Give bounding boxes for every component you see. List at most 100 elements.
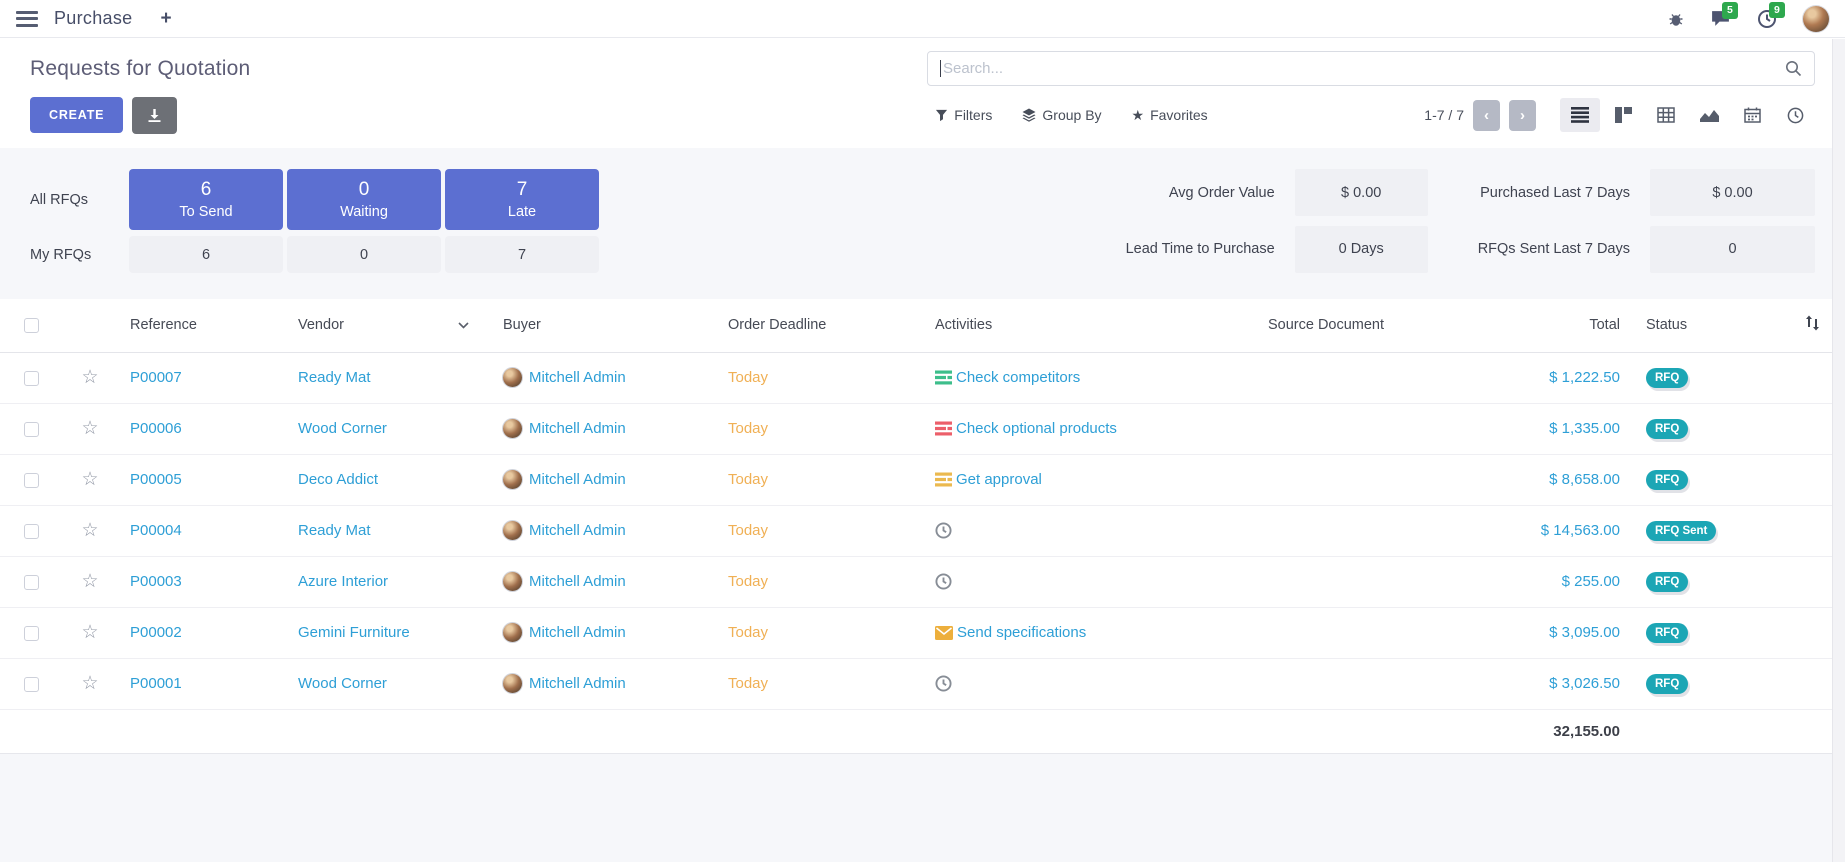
optional-columns-icon[interactable] (1805, 315, 1820, 331)
total-amount: $ 14,563.00 (1541, 522, 1620, 539)
column-header-activities[interactable]: Activities (927, 299, 1142, 352)
vendor-link[interactable]: Wood Corner (298, 675, 387, 692)
table-row[interactable]: ☆ P00003 Azure Interior Mitchell Admin T… (0, 556, 1845, 607)
row-checkbox[interactable] (24, 371, 39, 386)
total-amount: $ 3,095.00 (1549, 624, 1620, 641)
reference-link[interactable]: P00001 (130, 675, 182, 692)
messages-icon[interactable]: 5 (1710, 9, 1731, 28)
activity-envelope-icon[interactable] (935, 626, 953, 640)
reference-link[interactable]: P00004 (130, 522, 182, 539)
vendor-link[interactable]: Deco Addict (298, 471, 378, 488)
kanban-view-button[interactable] (1603, 98, 1643, 132)
export-download-button[interactable] (132, 97, 177, 134)
table-row[interactable]: ☆ P00004 Ready Mat Mitchell Admin Today (0, 505, 1845, 556)
activity-list-icon[interactable] (935, 421, 952, 436)
activity-clock-icon[interactable] (935, 675, 952, 692)
buyer-link[interactable]: Mitchell Admin (529, 420, 626, 437)
activities-clock-icon[interactable]: 9 (1757, 9, 1777, 29)
my-late-card[interactable]: 7 (445, 236, 599, 273)
reference-link[interactable]: P00005 (130, 471, 182, 488)
favorite-star-icon[interactable]: ☆ (81, 367, 98, 388)
table-row[interactable]: ☆ P00005 Deco Addict Mitchell Admin Toda… (0, 454, 1845, 505)
vendor-link[interactable]: Gemini Furniture (298, 624, 410, 641)
favorite-star-icon[interactable]: ☆ (81, 418, 98, 439)
my-waiting-card[interactable]: 0 (287, 236, 441, 273)
favorite-star-icon[interactable]: ☆ (81, 469, 98, 490)
favorite-star-icon[interactable]: ☆ (81, 622, 98, 643)
activity-view-button[interactable] (1775, 98, 1815, 132)
reference-link[interactable]: P00007 (130, 369, 182, 386)
source-document-cell (1142, 352, 1510, 403)
column-header-order-deadline[interactable]: Order Deadline (720, 299, 927, 352)
vendor-link[interactable]: Ready Mat (298, 369, 371, 386)
pager-previous-button[interactable]: ‹ (1473, 100, 1500, 131)
pager-range: 1-7 / 7 (1424, 107, 1464, 123)
buyer-link[interactable]: Mitchell Admin (529, 471, 626, 488)
calendar-view-button[interactable] (1732, 98, 1772, 132)
order-deadline-value: Today (728, 522, 768, 539)
favorites-button[interactable]: ★ Favorites (1132, 107, 1208, 124)
apps-menu-icon[interactable] (16, 11, 38, 27)
purchase-dashboard: All RFQs 6To Send 0Waiting 7Late My RFQs… (0, 148, 1845, 299)
column-header-reference[interactable]: Reference (118, 299, 290, 352)
favorite-star-icon[interactable]: ☆ (81, 673, 98, 694)
table-row[interactable]: ☆ P00007 Ready Mat Mitchell Admin Today (0, 352, 1845, 403)
graph-view-button[interactable] (1689, 98, 1729, 132)
favorite-star-icon[interactable]: ☆ (81, 520, 98, 541)
vendor-link[interactable]: Wood Corner (298, 420, 387, 437)
user-avatar[interactable] (1803, 6, 1829, 32)
activity-clock-icon[interactable] (935, 573, 952, 590)
column-header-vendor[interactable]: Vendor (290, 299, 495, 352)
activity-link[interactable]: Check competitors (956, 369, 1080, 386)
buyer-link[interactable]: Mitchell Admin (529, 675, 626, 692)
new-tab-button[interactable]: + (160, 8, 171, 30)
table-row[interactable]: ☆ P00001 Wood Corner Mitchell Admin Toda… (0, 658, 1845, 709)
reference-link[interactable]: P00003 (130, 573, 182, 590)
activity-list-icon[interactable] (935, 370, 952, 385)
create-button[interactable]: CREATE (30, 97, 123, 133)
buyer-link[interactable]: Mitchell Admin (529, 624, 626, 641)
waiting-card[interactable]: 0Waiting (287, 169, 441, 230)
app-name[interactable]: Purchase (54, 8, 132, 29)
activity-link[interactable]: Send specifications (957, 624, 1086, 641)
debug-bug-icon[interactable] (1668, 11, 1684, 27)
vendor-link[interactable]: Azure Interior (298, 573, 388, 590)
row-checkbox[interactable] (24, 422, 39, 437)
buyer-link[interactable]: Mitchell Admin (529, 369, 626, 386)
column-header-buyer[interactable]: Buyer (495, 299, 720, 352)
row-checkbox[interactable] (24, 626, 39, 641)
my-to-send-card[interactable]: 6 (129, 236, 283, 273)
activity-link[interactable]: Check optional products (956, 420, 1117, 437)
reference-link[interactable]: P00006 (130, 420, 182, 437)
row-checkbox[interactable] (24, 524, 39, 539)
activity-link[interactable]: Get approval (956, 471, 1042, 488)
activity-list-icon[interactable] (935, 472, 952, 487)
reference-link[interactable]: P00002 (130, 624, 182, 641)
purchase-app-page: Purchase + 5 9 (0, 0, 1845, 862)
pivot-view-button[interactable] (1646, 98, 1686, 132)
vertical-scrollbar[interactable] (1832, 39, 1845, 862)
row-checkbox[interactable] (24, 677, 39, 692)
column-header-source-document[interactable]: Source Document (1142, 299, 1510, 352)
buyer-link[interactable]: Mitchell Admin (529, 522, 626, 539)
row-checkbox[interactable] (24, 575, 39, 590)
select-all-checkbox[interactable] (24, 318, 39, 333)
list-view-button[interactable] (1560, 98, 1600, 132)
to-send-card[interactable]: 6To Send (129, 169, 283, 230)
column-header-status[interactable]: Status (1630, 299, 1780, 352)
buyer-link[interactable]: Mitchell Admin (529, 573, 626, 590)
group-by-button[interactable]: Group By (1022, 107, 1101, 123)
activity-clock-icon[interactable] (935, 522, 952, 539)
table-row[interactable]: ☆ P00006 Wood Corner Mitchell Admin Toda… (0, 403, 1845, 454)
search-icon[interactable] (1785, 60, 1802, 77)
search-input[interactable]: Search... (927, 51, 1815, 86)
column-header-total[interactable]: Total (1510, 299, 1630, 352)
vendor-link[interactable]: Ready Mat (298, 522, 371, 539)
favorite-star-icon[interactable]: ☆ (81, 571, 98, 592)
pager-next-button[interactable]: › (1509, 100, 1536, 131)
kpi-avg-order-value: $ 0.00 (1295, 169, 1428, 216)
filters-button[interactable]: Filters (935, 107, 992, 123)
late-card[interactable]: 7Late (445, 169, 599, 230)
row-checkbox[interactable] (24, 473, 39, 488)
table-row[interactable]: ☆ P00002 Gemini Furniture Mitchell Admin… (0, 607, 1845, 658)
